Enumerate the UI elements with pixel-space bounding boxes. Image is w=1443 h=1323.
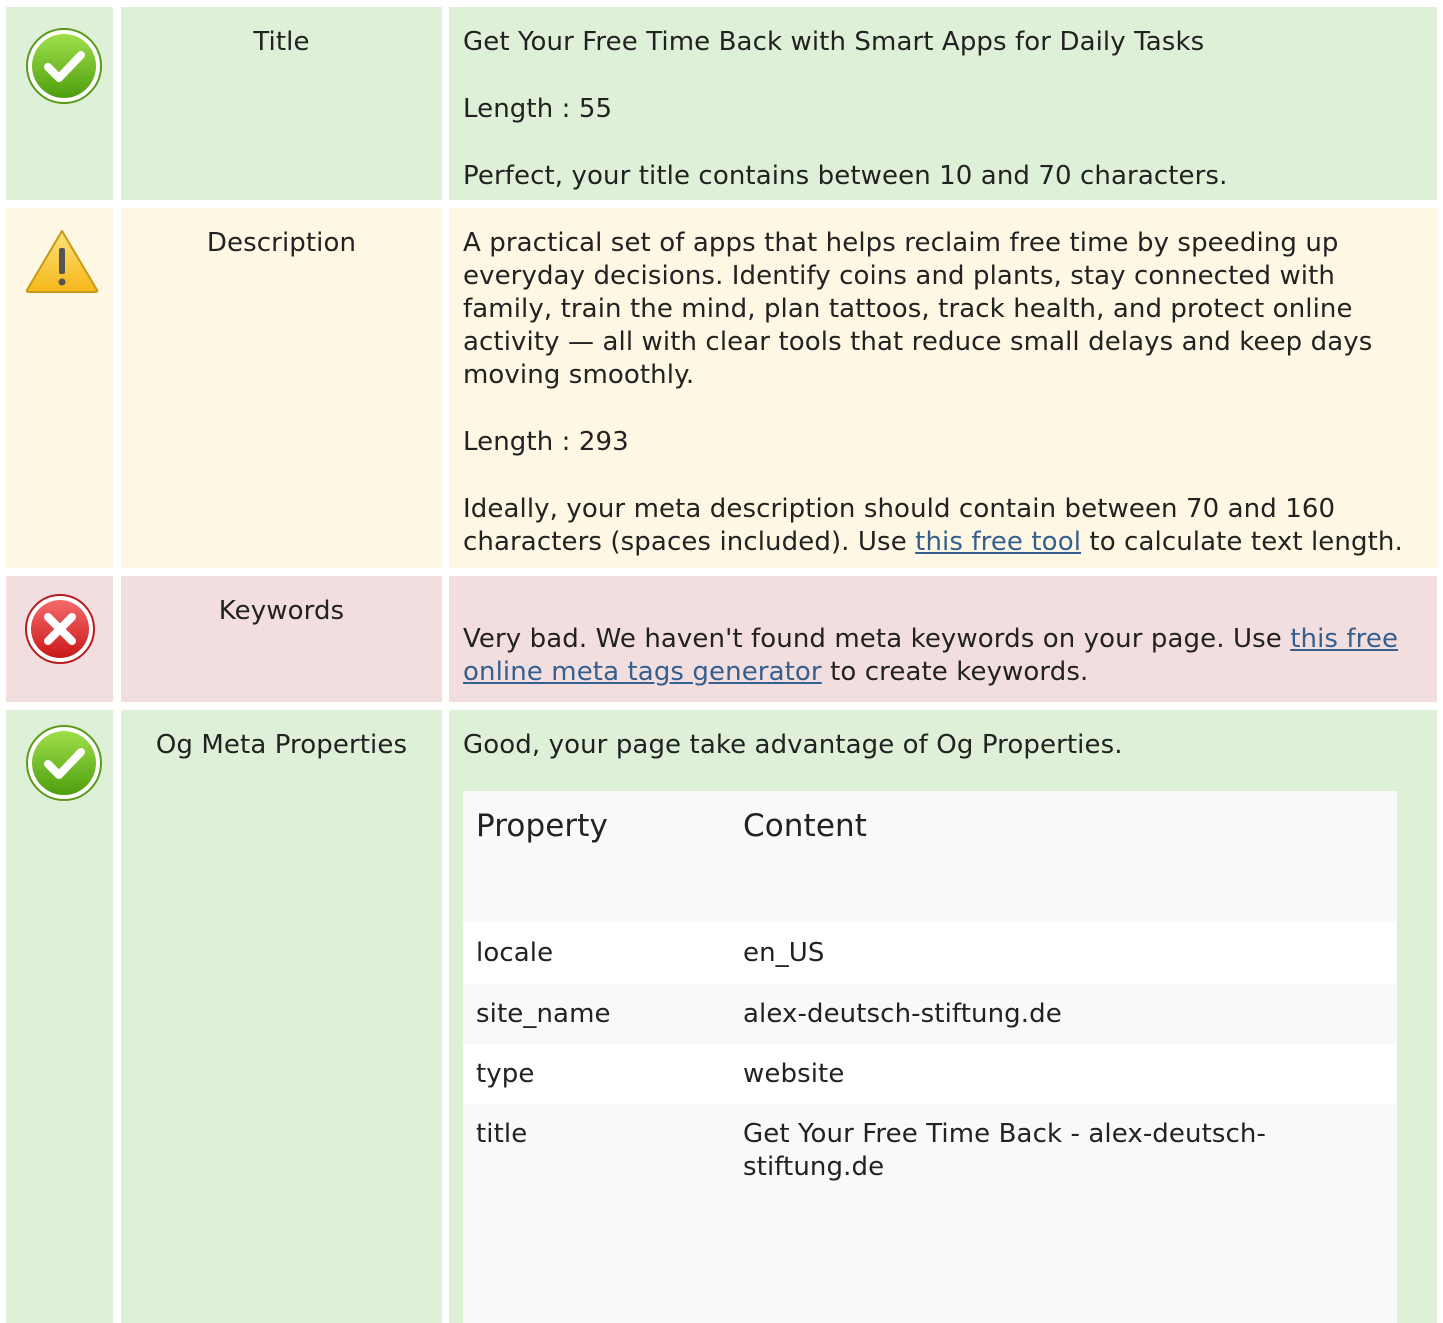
description-content-cell: A practical set of apps that helps recla… xyxy=(449,208,1437,568)
og-properties-table: Property Content locale en_US site_name … xyxy=(463,791,1397,1323)
property-cell: site_name xyxy=(476,999,611,1029)
title-value: Get Your Free Time Back with Smart Apps … xyxy=(463,27,1205,57)
property-cell: title xyxy=(476,1119,528,1149)
content-cell: alex-deutsch-stiftung.de xyxy=(743,999,1062,1029)
keywords-label-cell: Keywords xyxy=(121,576,442,702)
free-tool-link[interactable]: this free tool xyxy=(915,527,1081,557)
table-header-row: Property Content xyxy=(463,791,1397,922)
message-text: to create keywords. xyxy=(821,657,1089,687)
title-content-cell: Get Your Free Time Back with Smart Apps … xyxy=(449,7,1437,200)
title-message: Perfect, your title contains between 10 … xyxy=(463,161,1228,191)
keywords-message: Very bad. We haven't found meta keywords… xyxy=(463,623,1423,689)
title-status-cell xyxy=(6,7,113,200)
content-cell: website xyxy=(743,1059,845,1089)
warning-triangle-icon xyxy=(25,230,99,293)
message-text: to calculate text length. xyxy=(1081,527,1403,557)
keywords-status-cell xyxy=(6,576,113,702)
property-cell: locale xyxy=(476,938,554,968)
check-circle-icon xyxy=(26,28,102,104)
table-row: locale en_US xyxy=(463,922,1397,984)
property-cell: type xyxy=(476,1059,535,1089)
error-x-circle-icon xyxy=(25,594,95,664)
row-label: Og Meta Properties xyxy=(155,730,408,760)
description-status-cell xyxy=(6,208,113,568)
table-header-content: Content xyxy=(743,808,867,844)
description-value: A practical set of apps that helps recla… xyxy=(463,228,1373,390)
og-message: Good, your page take advantage of Og Pro… xyxy=(463,730,1123,760)
description-message: Ideally, your meta description should co… xyxy=(463,493,1423,559)
description-label-cell: Description xyxy=(121,208,442,568)
table-header-property: Property xyxy=(476,808,608,844)
content-cell: en_US xyxy=(743,938,825,968)
row-label: Title xyxy=(253,27,310,57)
title-label-cell: Title xyxy=(121,7,442,200)
keywords-content-cell: Very bad. We haven't found meta keywords… xyxy=(449,576,1437,702)
table-row: title Get Your Free Time Back - alex-deu… xyxy=(463,1104,1397,1323)
table-row: site_name alex-deutsch-stiftung.de xyxy=(463,984,1397,1044)
row-label: Keywords xyxy=(218,596,345,626)
row-label: Description xyxy=(206,228,357,258)
og-label-cell: Og Meta Properties xyxy=(121,710,442,1323)
check-circle-icon xyxy=(26,725,102,801)
description-length: Length : 293 xyxy=(463,427,629,457)
message-text: Very bad. We haven't found meta keywords… xyxy=(463,624,1291,654)
title-length: Length : 55 xyxy=(463,94,613,124)
og-status-cell xyxy=(6,710,113,1323)
table-row: type website xyxy=(463,1044,1397,1104)
content-cell: Get Your Free Time Back - alex-deutsch-s… xyxy=(743,1119,1266,1182)
